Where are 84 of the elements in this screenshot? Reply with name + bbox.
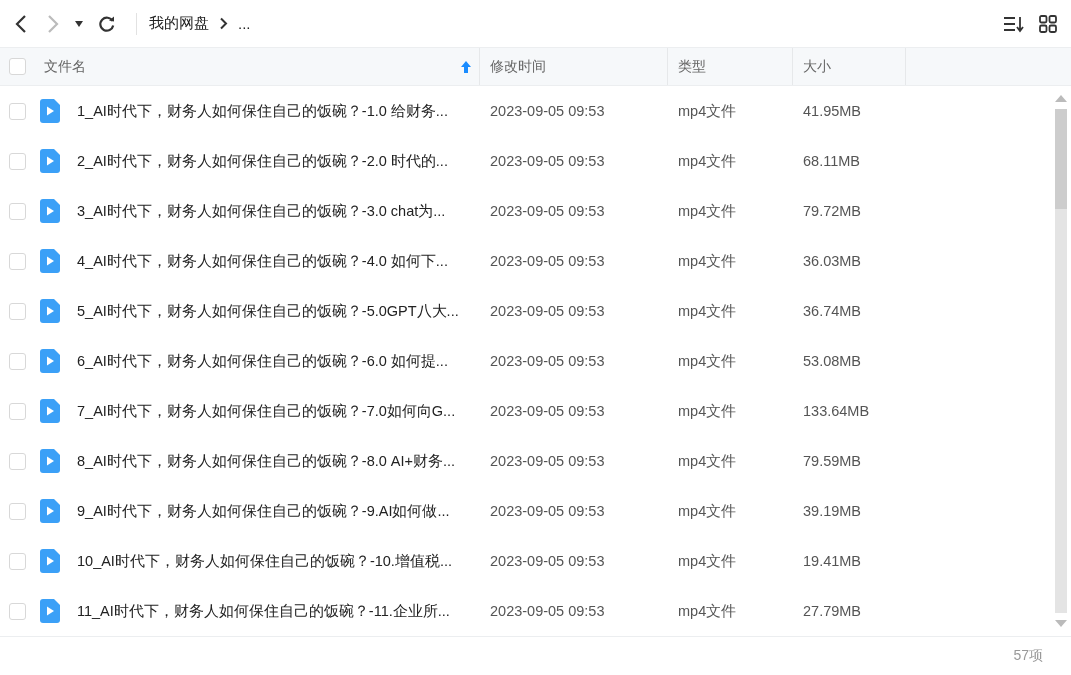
- file-size: 39.19MB: [803, 503, 862, 519]
- chevron-left-icon: [14, 13, 28, 34]
- modified-time: 2023-09-05 09:53: [490, 353, 605, 369]
- file-size: 19.41MB: [803, 553, 862, 569]
- row-checkbox[interactable]: [9, 302, 26, 320]
- video-file-icon: [40, 499, 60, 523]
- select-all-checkbox[interactable]: [9, 58, 26, 75]
- scroll-up-icon[interactable]: [1055, 94, 1067, 102]
- file-type: mp4文件: [678, 501, 737, 521]
- scroll-down-icon[interactable]: [1055, 620, 1067, 628]
- file-name[interactable]: 11_AI时代下，财务人如何保住自己的饭碗？-11.企业所...: [77, 601, 450, 621]
- row-checkbox[interactable]: [9, 502, 26, 520]
- file-size: 53.08MB: [803, 353, 862, 369]
- modified-time: 2023-09-05 09:53: [490, 153, 605, 169]
- video-file-icon: [40, 149, 60, 173]
- caret-down-icon: [74, 19, 84, 28]
- file-size: 36.03MB: [803, 253, 862, 269]
- video-file-icon: [40, 449, 60, 473]
- column-header[interactable]: 文件名: [36, 48, 480, 85]
- row-checkbox[interactable]: [9, 152, 26, 170]
- file-name[interactable]: 2_AI时代下，财务人如何保住自己的饭碗？-2.0 时代的...: [77, 151, 448, 171]
- row-checkbox[interactable]: [9, 202, 26, 220]
- video-file-icon: [40, 99, 60, 123]
- modified-time: 2023-09-05 09:53: [490, 203, 605, 219]
- video-file-icon: [40, 249, 60, 273]
- column-header[interactable]: 大小: [793, 48, 906, 85]
- row-checkbox[interactable]: [9, 402, 26, 420]
- file-size: 41.95MB: [803, 103, 862, 119]
- file-name[interactable]: 8_AI时代下，财务人如何保住自己的饭碗？-8.0 AI+财务...: [77, 451, 456, 471]
- row-checkbox[interactable]: [9, 452, 26, 470]
- modified-time: 2023-09-05 09:53: [490, 303, 605, 319]
- file-name[interactable]: 4_AI时代下，财务人如何保住自己的饭碗？-4.0 如何下...: [77, 251, 448, 271]
- breadcrumb-link[interactable]: ...: [238, 15, 251, 32]
- modified-time: 2023-09-05 09:53: [490, 603, 605, 619]
- file-type: mp4文件: [678, 551, 737, 571]
- modified-time: 2023-09-05 09:53: [490, 103, 605, 119]
- scrollbar-thumb[interactable]: [1055, 109, 1067, 209]
- file-name[interactable]: 10_AI时代下，财务人如何保住自己的饭碗？-10.增值税...: [77, 551, 452, 571]
- file-type: mp4文件: [678, 401, 737, 421]
- file-name[interactable]: 5_AI时代下，财务人如何保住自己的饭碗？-5.0GPT八大...: [77, 301, 459, 321]
- file-name[interactable]: 3_AI时代下，财务人如何保住自己的饭碗？-3.0 chat为...: [77, 201, 446, 221]
- file-type: mp4文件: [678, 101, 737, 121]
- video-file-icon: [40, 349, 60, 373]
- chevron-right-icon: [219, 17, 228, 30]
- modified-time: 2023-09-05 09:53: [490, 503, 605, 519]
- row-checkbox[interactable]: [9, 352, 26, 370]
- file-size: 79.72MB: [803, 203, 862, 219]
- file-name[interactable]: 7_AI时代下，财务人如何保住自己的饭碗？-7.0如何向G...: [77, 401, 456, 421]
- video-file-icon: [40, 599, 60, 623]
- file-name[interactable]: 6_AI时代下，财务人如何保住自己的饭碗？-6.0 如何提...: [77, 351, 448, 371]
- sort-ascending-icon[interactable]: [461, 60, 471, 73]
- file-size: 79.59MB: [803, 453, 862, 469]
- video-file-icon: [40, 299, 60, 323]
- modified-time: 2023-09-05 09:53: [490, 453, 605, 469]
- file-type: mp4文件: [678, 151, 737, 171]
- file-type: mp4文件: [678, 601, 737, 621]
- file-size: 27.79MB: [803, 603, 862, 619]
- file-name[interactable]: 1_AI时代下，财务人如何保住自己的饭碗？-1.0 给财务...: [77, 101, 448, 121]
- row-checkbox[interactable]: [9, 252, 26, 270]
- grid-view-icon[interactable]: [1037, 12, 1059, 35]
- file-size: 68.11MB: [803, 153, 860, 169]
- column-header[interactable]: 修改时间: [480, 48, 668, 85]
- file-type: mp4文件: [678, 351, 737, 371]
- column-header[interactable]: 类型: [668, 48, 793, 85]
- file-type: mp4文件: [678, 201, 737, 221]
- refresh-icon: [98, 14, 116, 33]
- video-file-icon: [40, 549, 60, 573]
- row-checkbox[interactable]: [9, 602, 26, 620]
- modified-time: 2023-09-05 09:53: [490, 553, 605, 569]
- row-checkbox[interactable]: [9, 552, 26, 570]
- modified-time: 2023-09-05 09:53: [490, 403, 605, 419]
- row-checkbox[interactable]: [9, 102, 26, 120]
- file-name[interactable]: 9_AI时代下，财务人如何保住自己的饭碗？-9.AI如何做...: [77, 501, 450, 521]
- file-size: 36.74MB: [803, 303, 862, 319]
- file-type: mp4文件: [678, 251, 737, 271]
- file-size: 133.64MB: [803, 403, 870, 419]
- file-type: mp4文件: [678, 301, 737, 321]
- modified-time: 2023-09-05 09:53: [490, 253, 605, 269]
- breadcrumb-link[interactable]: 我的网盘: [149, 14, 209, 33]
- video-file-icon: [40, 399, 60, 423]
- video-file-icon: [40, 199, 60, 223]
- chevron-right-icon: [46, 13, 60, 34]
- item-count: 57项: [1013, 647, 1043, 665]
- file-type: mp4文件: [678, 451, 737, 471]
